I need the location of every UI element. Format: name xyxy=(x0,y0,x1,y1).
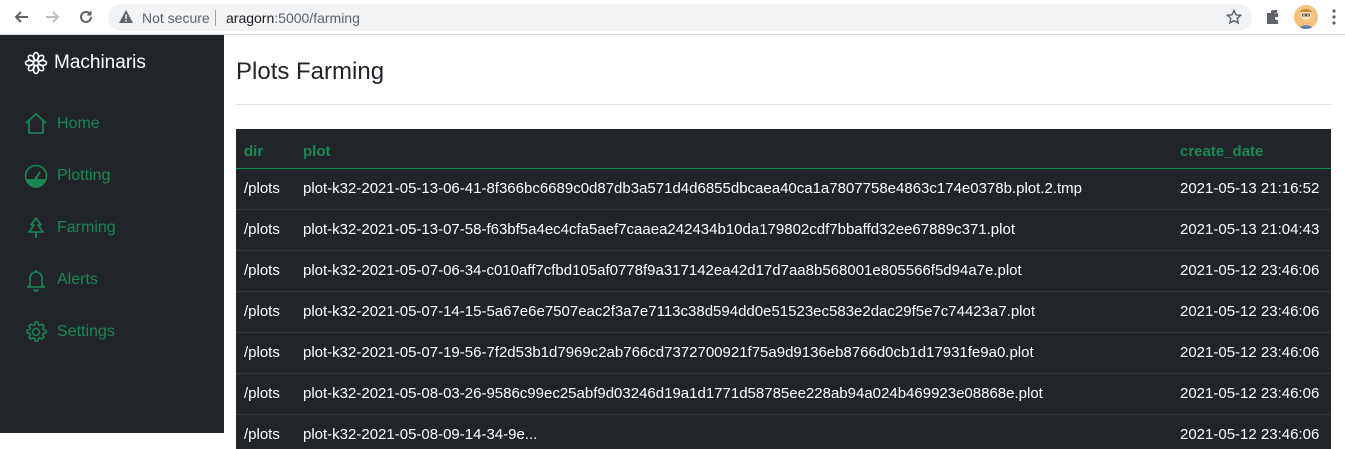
cell-create-date: 2021-05-13 21:16:52 xyxy=(1172,167,1331,209)
cell-plot: plot-k32-2021-05-13-07-58-f63bf5a4ec4cfa… xyxy=(295,208,1172,250)
table-row: /plots plot-k32-2021-05-07-19-56-7f2d53b… xyxy=(236,331,1331,373)
cell-dir: /plots xyxy=(236,167,295,209)
warning-icon xyxy=(119,10,133,23)
sidebar-item-alerts[interactable]: Alerts xyxy=(24,268,98,292)
sidebar-item-label: Settings xyxy=(57,323,115,340)
cell-plot: plot-k32-2021-05-13-06-41-8f366bc6689c0d… xyxy=(295,167,1172,209)
table-row: /plots plot-k32-2021-05-13-07-58-f63bf5a… xyxy=(236,208,1331,250)
bookmark-star-icon[interactable] xyxy=(1226,9,1242,25)
cell-dir: /plots xyxy=(236,413,295,449)
flower-logo-icon xyxy=(24,51,48,75)
profile-avatar[interactable] xyxy=(1294,5,1318,29)
sidebar-item-farming[interactable]: Farming xyxy=(24,216,116,240)
cell-create-date: 2021-05-13 21:04:43 xyxy=(1172,208,1331,250)
table-row: /plots plot-k32-2021-05-07-14-15-5a67e6e… xyxy=(236,290,1331,332)
table-header-row: dir plot create_date xyxy=(236,129,1331,169)
column-header-dir[interactable]: dir xyxy=(236,129,295,169)
sidebar-item-settings[interactable]: Settings xyxy=(24,320,115,344)
cell-dir: /plots xyxy=(236,331,295,373)
back-button[interactable] xyxy=(11,7,31,27)
plots-table: dir plot create_date /plots plot-k32-202… xyxy=(236,129,1331,449)
page-title: Plots Farming xyxy=(236,58,385,85)
url-path: :5000/farming xyxy=(274,10,360,26)
cell-plot: plot-k32-2021-05-07-19-56-7f2d53b1d7969c… xyxy=(295,331,1172,373)
cell-create-date: 2021-05-12 23:46:06 xyxy=(1172,290,1331,332)
sidebar-item-label: Alerts xyxy=(57,271,98,288)
house-icon xyxy=(25,112,47,134)
sidebar-item-home[interactable]: Home xyxy=(24,112,100,136)
arrow-right-icon xyxy=(46,11,60,23)
sidebar: Machinaris Home Plotting Farming Alerts … xyxy=(0,35,224,433)
cell-create-date: 2021-05-12 23:46:06 xyxy=(1172,249,1331,291)
security-label[interactable]: Not secure xyxy=(142,10,210,26)
cell-plot: plot-k32-2021-05-07-06-34-c010aff7cfbd10… xyxy=(295,249,1172,291)
table-row: /plots plot-k32-2021-05-13-06-41-8f366bc… xyxy=(236,167,1331,209)
cell-dir: /plots xyxy=(236,249,295,291)
speedometer-icon xyxy=(24,164,48,188)
main-content: Plots Farming dir plot create_date /plot… xyxy=(224,35,1345,449)
table-row: /plots plot-k32-2021-05-08-09-14-34-9e..… xyxy=(236,413,1331,449)
browser-toolbar: Not secure aragorn:5000/farming xyxy=(0,0,1345,35)
cell-dir: /plots xyxy=(236,372,295,414)
tree-icon xyxy=(28,217,44,238)
cell-dir: /plots xyxy=(236,208,295,250)
arrow-left-icon xyxy=(14,11,28,23)
cell-create-date: 2021-05-12 23:46:06 xyxy=(1172,413,1331,449)
forward-button[interactable] xyxy=(43,7,63,27)
cell-dir: /plots xyxy=(236,290,295,332)
divider xyxy=(236,104,1331,105)
reload-icon xyxy=(80,10,92,23)
reload-button[interactable] xyxy=(76,7,96,27)
extensions-icon[interactable] xyxy=(1263,7,1283,27)
table-row: /plots plot-k32-2021-05-07-06-34-c010aff… xyxy=(236,249,1331,291)
url-text[interactable]: aragorn:5000/farming xyxy=(226,10,360,26)
bell-icon xyxy=(27,270,45,292)
column-header-plot[interactable]: plot xyxy=(295,129,1172,169)
table-row: /plots plot-k32-2021-05-08-03-26-9586c99… xyxy=(236,372,1331,414)
separator xyxy=(215,10,216,26)
url-host: aragorn xyxy=(226,10,275,26)
brand-link[interactable]: Machinaris xyxy=(24,51,146,75)
column-header-create-date[interactable]: create_date xyxy=(1172,129,1331,169)
sidebar-item-label: Plotting xyxy=(57,167,111,184)
brand-name: Machinaris xyxy=(54,52,146,73)
sidebar-item-label: Home xyxy=(57,115,100,132)
gear-icon xyxy=(26,321,47,342)
cell-plot: plot-k32-2021-05-08-03-26-9586c99ec25abf… xyxy=(295,372,1172,414)
cell-create-date: 2021-05-12 23:46:06 xyxy=(1172,372,1331,414)
avatar-icon xyxy=(1294,5,1318,29)
sidebar-item-plotting[interactable]: Plotting xyxy=(24,164,110,188)
cell-create-date: 2021-05-12 23:46:06 xyxy=(1172,331,1331,373)
cell-plot: plot-k32-2021-05-07-14-15-5a67e6e7507eac… xyxy=(295,290,1172,332)
kebab-menu-icon[interactable] xyxy=(1332,9,1336,25)
sidebar-item-label: Farming xyxy=(57,219,116,236)
address-bar[interactable]: Not secure aragorn:5000/farming xyxy=(108,4,1252,31)
cell-plot: plot-k32-2021-05-08-09-14-34-9e... xyxy=(295,413,1172,449)
